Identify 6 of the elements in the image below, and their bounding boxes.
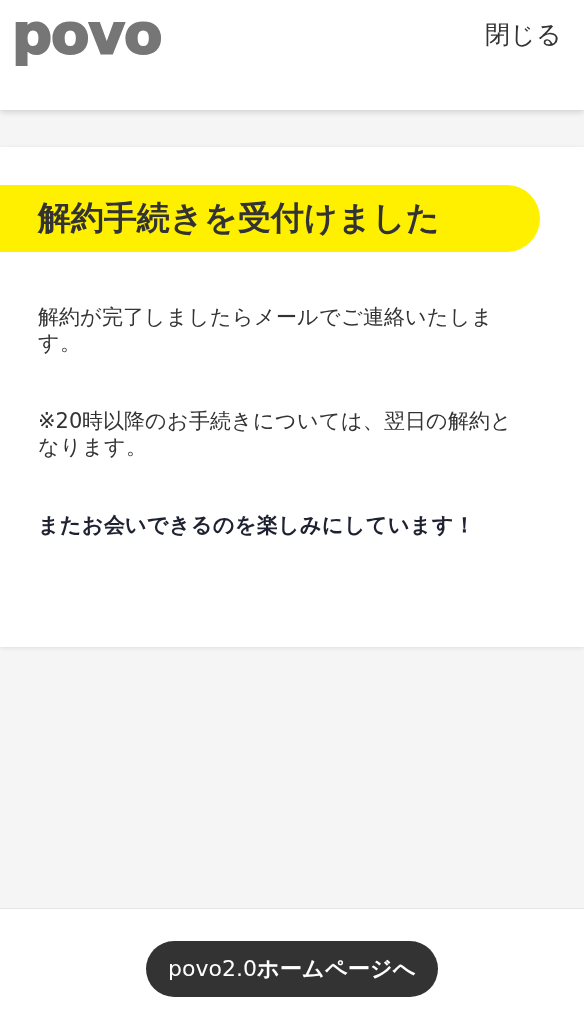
- close-link[interactable]: 閉じる: [485, 18, 562, 51]
- title-banner: 解約手続きを受付けました: [0, 185, 540, 252]
- homepage-button[interactable]: povo2.0ホームページへ: [146, 941, 438, 997]
- message-text: 解約が完了しましたらメールでご連絡いたします。: [38, 304, 494, 356]
- message-text: ※20時以降のお手続きについては、翌日の解約となります。: [38, 408, 514, 460]
- message-text: またお会いできるのを楽しみにしています！: [38, 512, 476, 538]
